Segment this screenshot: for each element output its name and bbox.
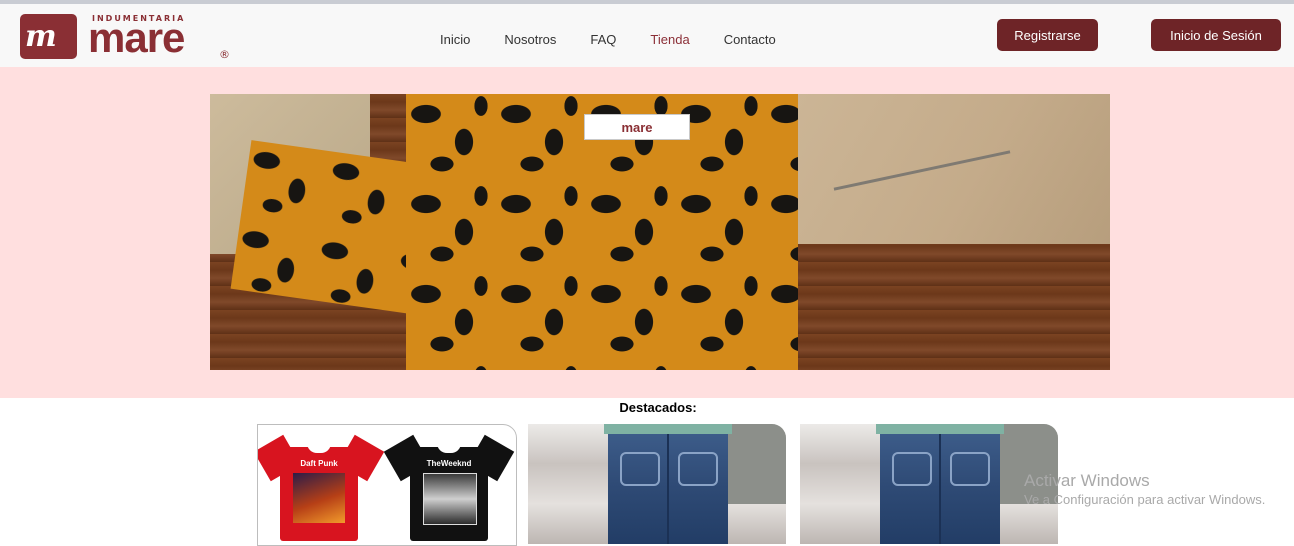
nav-inicio[interactable]: Inicio (440, 32, 470, 47)
hero-brand-tag: mare (584, 114, 690, 140)
nav-faq[interactable]: FAQ (590, 32, 616, 47)
hero-tag-text: mare (621, 119, 653, 135)
registered-mark: ® (219, 48, 230, 61)
nav-contacto[interactable]: Contacto (724, 32, 776, 47)
windows-activation-title: Activar Windows (1024, 471, 1150, 490)
login-button[interactable]: Inicio de Sesión (1151, 19, 1281, 51)
register-button[interactable]: Registrarse (997, 19, 1098, 51)
brand-name: mare (88, 14, 185, 61)
brand-monogram: m (20, 14, 77, 59)
product-image-red-tshirt: Daft Punk (258, 431, 385, 541)
product-image-jeans (876, 424, 1004, 544)
nav-nosotros[interactable]: Nosotros (504, 32, 556, 47)
hero-image: mare (210, 94, 1110, 370)
red-tshirt-print-text: Daft Punk (300, 459, 338, 468)
brand-logo[interactable]: m INDUMENTARIA mare ® (20, 10, 236, 66)
product-card-jeans[interactable] (800, 424, 1058, 544)
product-card-jeans[interactable] (528, 424, 786, 544)
product-image-black-tshirt: TheWeeknd (383, 431, 515, 541)
featured-title: Destacados: (619, 400, 697, 415)
windows-activation-subtitle: Ve a Configuración para activar Windows. (1024, 492, 1266, 507)
product-image-jeans (604, 424, 732, 544)
main-nav: Inicio Nosotros FAQ Tienda Contacto (440, 8, 810, 71)
product-card-tshirts[interactable]: Daft Punk TheWeeknd (257, 424, 517, 546)
brand-monogram-letter: m (25, 19, 57, 54)
nav-tienda[interactable]: Tienda (650, 32, 689, 47)
black-tshirt-print-text: TheWeeknd (426, 459, 472, 468)
site-header: m INDUMENTARIA mare ® Inicio Nosotros FA… (0, 4, 1294, 67)
hero-section: mare (0, 67, 1294, 398)
